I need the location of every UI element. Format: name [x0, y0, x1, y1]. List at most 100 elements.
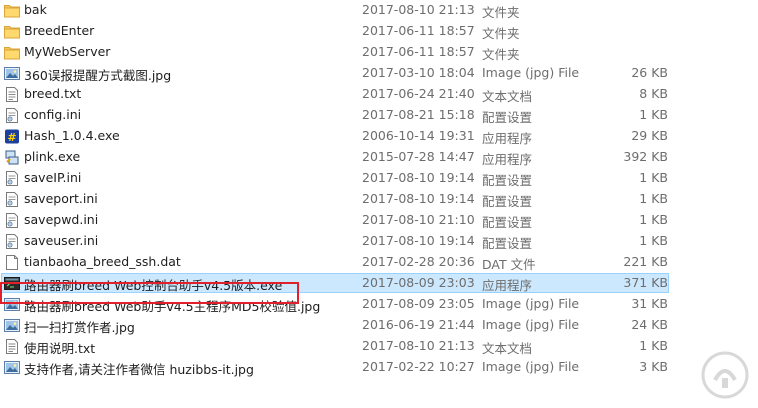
file-name: BreedEnter [24, 23, 95, 38]
file-row[interactable]: config.ini 2017-08-21 15:18 配置设置 1 KB [0, 105, 758, 126]
file-date-modified: 2017-08-10 21:13 [362, 2, 475, 17]
file-date-modified: 2017-06-24 21:40 [362, 86, 475, 101]
file-type: 应用程序 [482, 278, 533, 293]
file-date-modified: 2017-02-28 20:36 [362, 254, 475, 269]
file-name: plink.exe [24, 149, 81, 164]
blank-file-icon [4, 255, 20, 270]
file-date-modified: 2015-07-28 14:47 [362, 149, 475, 164]
file-name: 扫一扫打赏作者.jpg [24, 320, 135, 335]
file-name: bak [24, 2, 47, 17]
settings-file-icon [4, 234, 20, 249]
file-type: Image (jpg) File [482, 65, 580, 80]
file-name: saveport.ini [24, 191, 98, 206]
file-type: Image (jpg) File [482, 296, 580, 311]
file-type: Image (jpg) File [482, 359, 580, 374]
folder-icon [4, 3, 20, 18]
file-type: 应用程序 [482, 152, 533, 167]
settings-file-icon [4, 108, 20, 123]
file-row[interactable]: 360误报提醒方式截图.jpg 2017-03-10 18:04 Image (jp… [0, 63, 758, 84]
hash-app-icon: # [4, 129, 20, 144]
file-row[interactable]: MyWebServer 2017-06-11 18:57 文件夹 [0, 42, 758, 63]
file-row[interactable]: saveuser.ini 2017-08-10 19:14 配置设置 1 KB [0, 231, 758, 252]
text-file-icon [4, 339, 20, 354]
file-list: bak 2017-08-10 21:13 文件夹 BreedEnter 2017-06-… [0, 0, 758, 378]
file-type: 配置设置 [482, 173, 533, 188]
file-type: 应用程序 [482, 131, 533, 146]
settings-file-icon [4, 192, 20, 207]
file-date-modified: 2017-08-10 21:13 [362, 338, 475, 353]
file-name: 路由器刷breed Web助手v4.5主程序MD5校验值.jpg [24, 299, 321, 314]
file-date-modified: 2017-03-10 18:04 [362, 65, 475, 80]
file-row[interactable]: 使用说明.txt 2017-08-10 21:13 文本文档 1 KB [0, 336, 758, 357]
file-type: 配置设置 [482, 215, 533, 230]
file-name: 360误报提醒方式截图.jpg [24, 68, 172, 83]
file-size: 1 KB [639, 191, 668, 206]
file-type: 文本文档 [482, 89, 533, 104]
file-date-modified: 2017-08-10 19:14 [362, 191, 475, 206]
file-size: 1 KB [639, 233, 668, 248]
file-size: 1 KB [639, 170, 668, 185]
file-name: config.ini [24, 107, 82, 122]
file-row[interactable]: saveIP.ini 2017-08-10 19:14 配置设置 1 KB [0, 168, 758, 189]
settings-file-icon [4, 213, 20, 228]
file-size: 31 KB [631, 296, 668, 311]
folder-icon [4, 24, 20, 39]
file-size: 392 KB [623, 149, 668, 164]
file-date-modified: 2017-08-09 23:05 [362, 296, 475, 311]
file-type: 文件夹 [482, 5, 520, 20]
file-name: tianbaoha_breed_ssh.dat [24, 254, 181, 269]
file-row[interactable]: breed.txt 2017-06-24 21:40 文本文档 8 KB [0, 84, 758, 105]
file-date-modified: 2016-06-19 21:44 [362, 317, 475, 332]
image-file-icon [4, 318, 20, 333]
file-date-modified: 2017-08-21 15:18 [362, 107, 475, 122]
file-type: 配置设置 [482, 194, 533, 209]
smzdm-logo-icon [701, 351, 749, 399]
file-row[interactable]: BreedEnter 2017-06-11 18:57 文件夹 [0, 21, 758, 42]
file-size: 1 KB [639, 338, 668, 353]
file-size: 3 KB [639, 359, 668, 374]
text-file-icon [4, 87, 20, 102]
file-size: 26 KB [631, 65, 668, 80]
file-row-selected[interactable]: 路由器刷breed Web控制台助手v4.5版本.exe 2017-08-09 2… [0, 273, 758, 294]
folder-icon [4, 45, 20, 60]
file-type: 配置设置 [482, 110, 533, 125]
file-row[interactable]: saveport.ini 2017-08-10 19:14 配置设置 1 KB [0, 189, 758, 210]
file-name: Hash_1.0.4.exe [24, 128, 120, 143]
file-type: 文本文档 [482, 341, 533, 356]
file-size: 371 KB [623, 275, 668, 290]
file-name: MyWebServer [24, 44, 111, 59]
file-name: breed.txt [24, 86, 82, 101]
file-type: Image (jpg) File [482, 317, 580, 332]
file-row[interactable]: bak 2017-08-10 21:13 文件夹 [0, 0, 758, 21]
file-row[interactable]: savepwd.ini 2017-08-10 21:10 配置设置 1 KB [0, 210, 758, 231]
file-row[interactable]: 路由器刷breed Web助手v4.5主程序MD5校验值.jpg 2017-08-… [0, 294, 758, 315]
file-row[interactable]: 扫一扫打赏作者.jpg 2016-06-19 21:44 Image (jpg) F… [0, 315, 758, 336]
file-date-modified: 2017-02-22 10:27 [362, 359, 475, 374]
settings-file-icon [4, 171, 20, 186]
file-name: 路由器刷breed Web控制台助手v4.5版本.exe [24, 278, 283, 293]
file-date-modified: 2017-08-10 19:14 [362, 233, 475, 248]
file-type: 文件夹 [482, 26, 520, 41]
file-row[interactable]: 支持作者,请关注作者微信 huzibbs-it.jpg 2017-02-22 10… [0, 357, 758, 378]
file-size: 1 KB [639, 107, 668, 122]
file-size: 8 KB [639, 86, 668, 101]
file-row[interactable]: # Hash_1.0.4.exe 2006-10-14 19:31 应用程序 29 KB [0, 126, 758, 147]
image-file-icon [4, 360, 20, 375]
file-date-modified: 2017-08-10 21:10 [362, 212, 475, 227]
console-app-icon [4, 276, 20, 291]
file-row[interactable]: plink.exe 2015-07-28 14:47 应用程序 392 KB [0, 147, 758, 168]
file-name: saveuser.ini [24, 233, 99, 248]
file-row[interactable]: tianbaoha_breed_ssh.dat 2017-02-28 20:36 D… [0, 252, 758, 273]
svg-text:#: # [7, 131, 16, 144]
image-file-icon [4, 297, 20, 312]
file-size: 1 KB [639, 212, 668, 227]
file-date-modified: 2017-06-11 18:57 [362, 44, 475, 59]
file-date-modified: 2006-10-14 19:31 [362, 128, 475, 143]
file-type: DAT 文件 [482, 257, 536, 272]
file-date-modified: 2017-08-09 23:03 [362, 275, 475, 290]
file-type: 配置设置 [482, 236, 533, 251]
file-size: 221 KB [623, 254, 668, 269]
file-date-modified: 2017-06-11 18:57 [362, 23, 475, 38]
file-name: savepwd.ini [24, 212, 99, 227]
plink-app-icon [4, 150, 20, 165]
